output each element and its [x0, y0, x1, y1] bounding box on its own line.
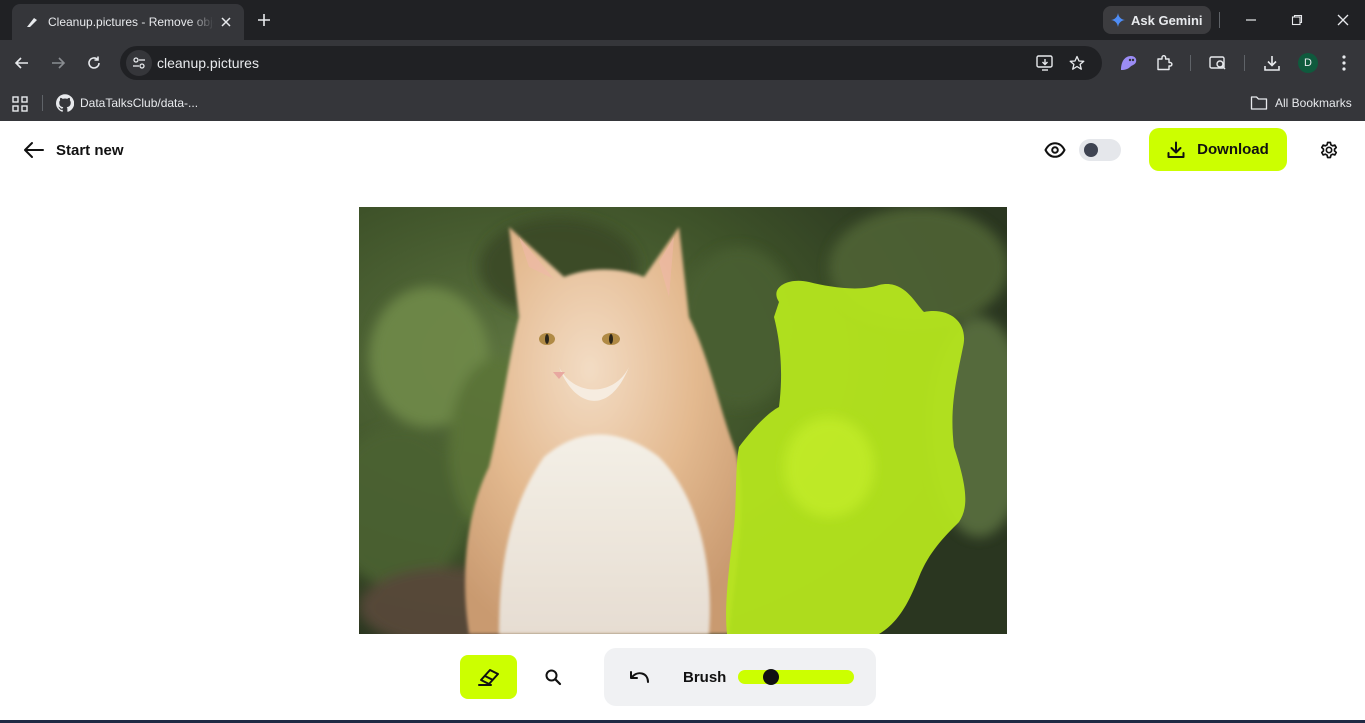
- bookmark-label: DataTalksClub/data-...: [80, 96, 199, 110]
- brush-size-slider[interactable]: [738, 669, 854, 685]
- browser-menu-icon[interactable]: [1332, 51, 1356, 75]
- zoom-magnifier-icon[interactable]: [540, 664, 566, 690]
- url-text: cleanup.pictures: [157, 55, 259, 71]
- ask-gemini-button[interactable]: Ask Gemini: [1103, 6, 1211, 34]
- github-icon: [56, 94, 74, 112]
- toolbar-divider: [1190, 55, 1191, 71]
- download-label: Download: [1197, 141, 1269, 158]
- settings-gear-icon[interactable]: [1317, 138, 1341, 162]
- gemini-sparkle-icon: [1111, 13, 1125, 27]
- slider-thumb[interactable]: [763, 669, 779, 685]
- profile-avatar[interactable]: D: [1298, 53, 1318, 73]
- cleanup-favicon-icon: [24, 14, 40, 30]
- bookmark-item-datatalksclub[interactable]: DataTalksClub/data-...: [56, 92, 198, 114]
- arrow-left-icon: [24, 142, 44, 158]
- close-window-icon[interactable]: [1331, 8, 1355, 32]
- eye-icon[interactable]: [1042, 138, 1068, 162]
- start-new-button[interactable]: Start new: [22, 137, 124, 163]
- forward-icon[interactable]: [46, 51, 70, 75]
- bookmark-star-icon[interactable]: [1066, 52, 1088, 74]
- tabstrip-divider: [1219, 12, 1220, 28]
- extension-ghost-icon[interactable]: [1116, 51, 1140, 75]
- toggle-knob: [1084, 143, 1098, 157]
- eraser-icon: [477, 669, 499, 686]
- extensions-puzzle-icon[interactable]: [1152, 51, 1176, 75]
- browser-tab-active[interactable]: Cleanup.pictures - Remove objects: [12, 4, 244, 40]
- all-bookmarks-button[interactable]: All Bookmarks: [1250, 92, 1352, 114]
- minimize-icon[interactable]: [1239, 8, 1263, 32]
- toolbar-divider: [1244, 55, 1245, 71]
- tab-title: Cleanup.pictures - Remove objects: [48, 15, 214, 29]
- brush-panel: Brush: [604, 648, 876, 706]
- eraser-tool-button[interactable]: [460, 655, 517, 699]
- tab-strip: Cleanup.pictures - Remove objects Ask Ge…: [0, 0, 1365, 40]
- bookmarks-divider: [42, 95, 43, 111]
- ask-gemini-label: Ask Gemini: [1131, 12, 1203, 28]
- address-bar[interactable]: cleanup.pictures: [120, 46, 1102, 80]
- close-tab-icon[interactable]: [218, 14, 234, 30]
- install-app-icon[interactable]: [1034, 52, 1056, 74]
- reload-icon[interactable]: [82, 51, 106, 75]
- downloads-icon[interactable]: [1260, 51, 1284, 75]
- back-icon[interactable]: [10, 51, 34, 75]
- cleanup-editor-page: Start new Download Brush: [0, 121, 1365, 723]
- restore-icon[interactable]: [1285, 8, 1309, 32]
- brush-label: Brush: [683, 669, 727, 686]
- download-icon: [1167, 141, 1185, 158]
- new-tab-button[interactable]: [252, 8, 276, 32]
- editing-canvas[interactable]: [359, 207, 1007, 634]
- download-button[interactable]: Download: [1149, 128, 1287, 171]
- bookmarks-bar: DataTalksClub/data-... All Bookmarks: [0, 86, 1365, 121]
- compare-original-toggle[interactable]: [1079, 139, 1121, 161]
- site-settings-icon[interactable]: [126, 50, 152, 76]
- apps-grid-icon[interactable]: [11, 95, 29, 113]
- start-new-label: Start new: [56, 141, 124, 159]
- tab-search-icon[interactable]: [1206, 51, 1230, 75]
- browser-toolbar: cleanup.pictures D: [0, 40, 1365, 86]
- undo-icon[interactable]: [626, 665, 652, 689]
- folder-icon: [1250, 96, 1268, 110]
- all-bookmarks-label: All Bookmarks: [1275, 96, 1352, 110]
